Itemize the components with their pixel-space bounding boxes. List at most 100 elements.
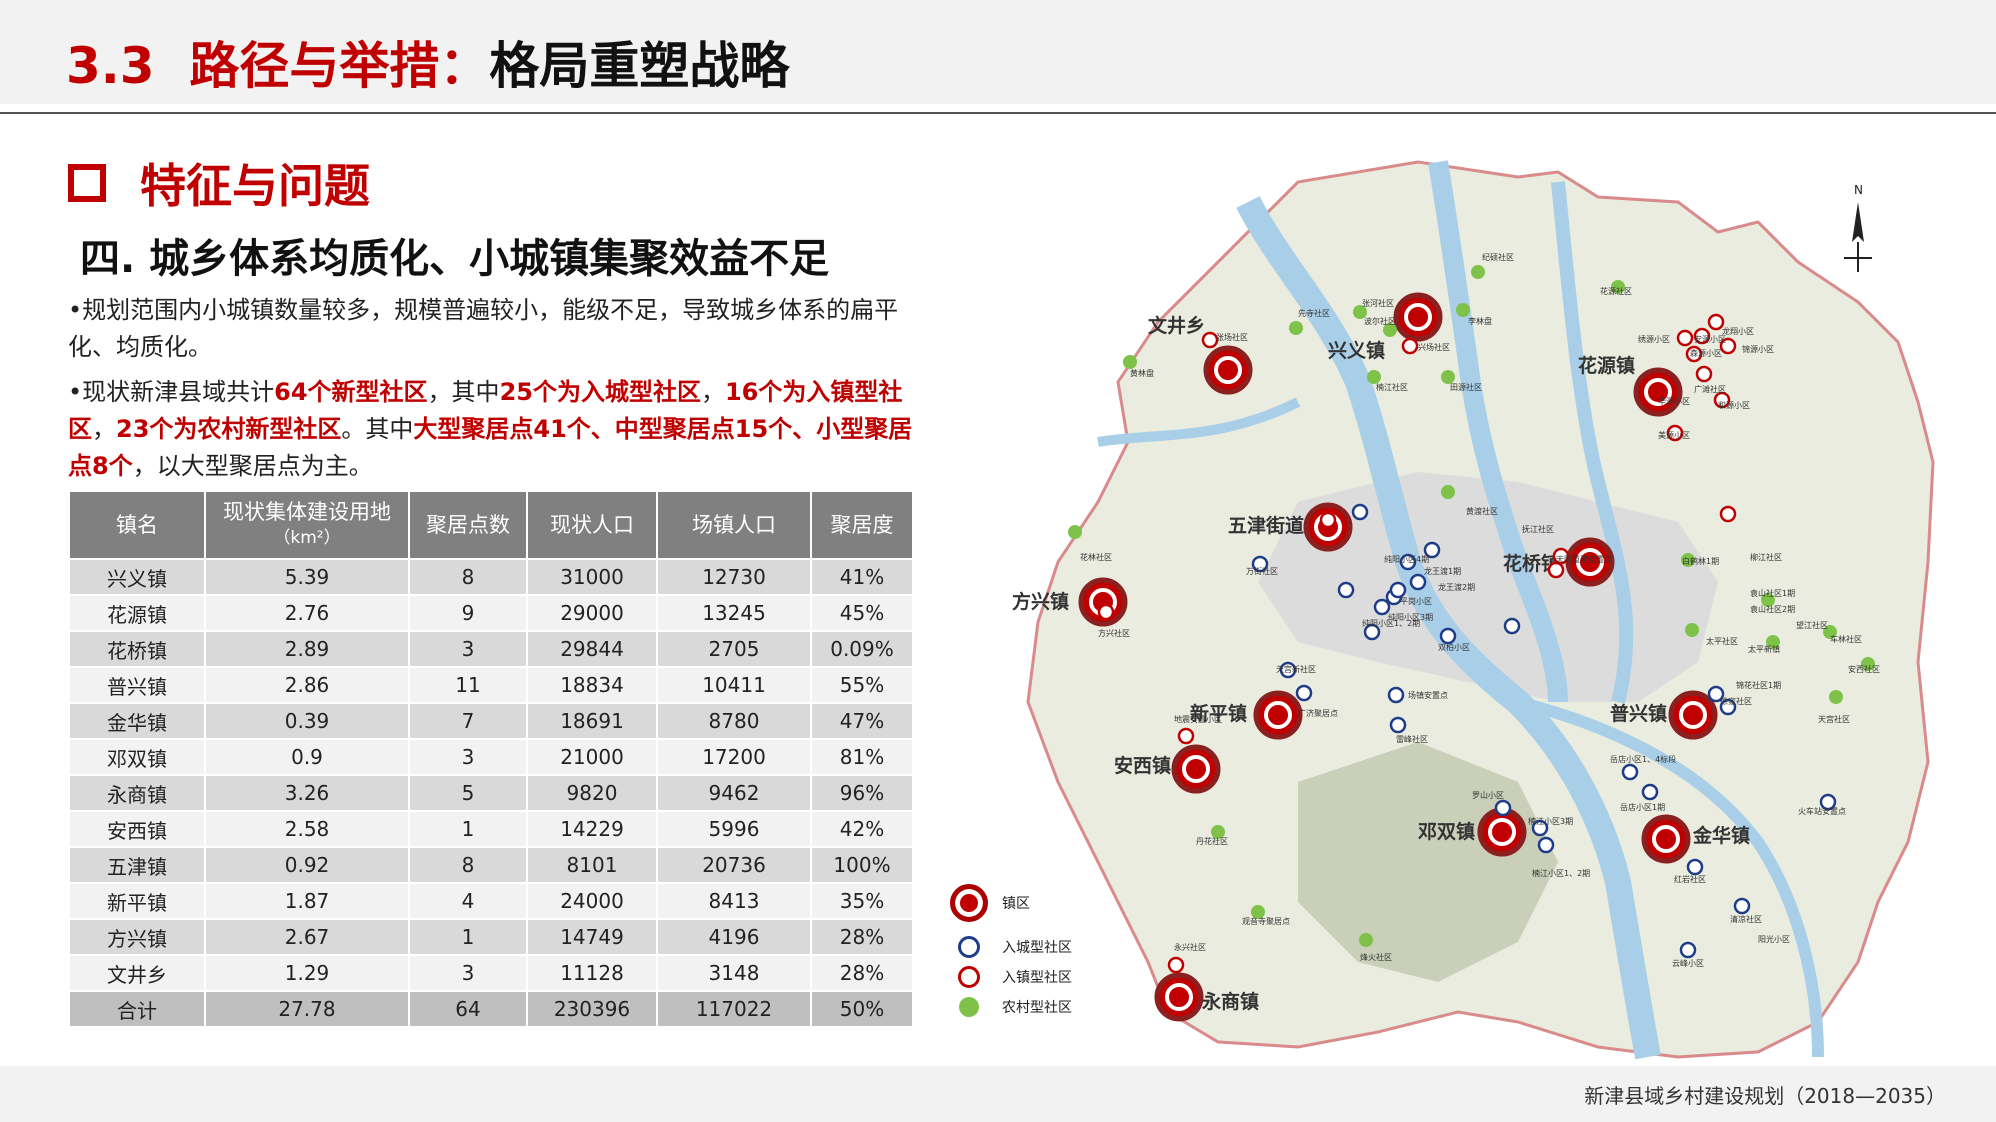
cell: 14229 <box>526 810 658 848</box>
rural-community-marker <box>1471 265 1485 279</box>
square-bullet-icon <box>68 164 106 202</box>
town-label: 兴义镇 <box>1328 339 1385 362</box>
community-label: 袁山社区1期 <box>1750 588 1795 598</box>
town-marker <box>1171 744 1221 794</box>
rural-community-marker <box>1441 485 1455 499</box>
cell: 合计 <box>68 990 206 1028</box>
cell: 安西镇 <box>68 810 206 848</box>
cell: 29844 <box>526 630 658 668</box>
town-label: 文井乡 <box>1148 314 1205 337</box>
col-header-land-unit: （km²） <box>273 528 341 548</box>
cell: 3148 <box>656 954 812 992</box>
community-label: 平岗小区 <box>1400 597 1432 606</box>
cell: 1 <box>408 810 528 848</box>
cell: 10411 <box>656 666 812 704</box>
city-community-marker <box>1641 783 1659 801</box>
community-label: 地震安置小区 <box>1174 714 1222 724</box>
legend-label: 入城型社区 <box>1002 940 1072 956</box>
town-label: 永商镇 <box>1201 990 1259 1013</box>
cell: 117022 <box>656 990 812 1028</box>
table-row: 兴义镇 5.39 8 31000 12730 41% <box>68 558 914 596</box>
community-label: 车林社区 <box>1830 634 1862 644</box>
cell: 花桥镇 <box>68 630 206 668</box>
town-community-marker <box>1401 337 1419 355</box>
col-header-town-population: 场镇人口 <box>656 490 812 560</box>
legend-label: 镇区 <box>1002 896 1030 912</box>
cell: 9462 <box>656 774 812 812</box>
city-community-marker <box>1337 581 1355 599</box>
cell: 0.92 <box>204 846 410 884</box>
community-label: 楠江社区 <box>1376 382 1408 392</box>
town-marker <box>1633 367 1683 417</box>
cell: 27.78 <box>204 990 410 1028</box>
community-label: 锦花社区1期 <box>1736 680 1781 690</box>
cell: 8780 <box>656 702 812 740</box>
cell: 28% <box>810 918 914 956</box>
table-row: 金华镇 0.39 7 18691 8780 47% <box>68 702 914 740</box>
p2-text: ，其中 <box>427 378 500 406</box>
p2-text: ， <box>92 415 116 443</box>
title-black: 格局重塑战略 <box>489 37 790 95</box>
p2-text: ， <box>700 378 725 406</box>
city-community-marker <box>1409 573 1427 591</box>
footer-text: 新津县域乡村建设规划（2018—2035） <box>1584 1084 1946 1108</box>
legend-label: 农村型社区 <box>1002 1000 1072 1016</box>
town-label: 普兴镇 <box>1610 702 1667 725</box>
table-header-row: 镇名 现状集体建设用地 （km²） 聚居点数 现状人口 场镇人口 聚居度 <box>68 490 914 560</box>
table-row: 普兴镇 2.86 11 18834 10411 55% <box>68 666 914 704</box>
rural-community-icon <box>959 997 979 1017</box>
cell: 35% <box>810 882 914 920</box>
community-label: 天宫新社区 <box>1276 664 1316 674</box>
col-header-land: 现状集体建设用地 （km²） <box>204 490 410 560</box>
col-header-population: 现状人口 <box>526 490 658 560</box>
town-marker-icon <box>950 884 988 922</box>
table-total-row: 合计 27.78 64 230396 117022 50% <box>68 990 914 1028</box>
cell: 邓双镇 <box>68 738 206 776</box>
cell: 金华镇 <box>68 702 206 740</box>
town-community-marker <box>1167 956 1185 974</box>
cell: 4196 <box>656 918 812 956</box>
community-label: 锦源小区 <box>1742 344 1774 354</box>
title-red: 路径与举措： <box>189 37 490 95</box>
community-label: 袁山社区2期 <box>1750 604 1795 614</box>
cell: 3 <box>408 954 528 992</box>
legend-item-town-community: 入镇型社区 <box>950 964 1072 990</box>
city-community-marker <box>1295 684 1313 702</box>
legend-item-town: 镇区 <box>950 884 1030 922</box>
cell: 9 <box>408 594 528 632</box>
city-community-marker <box>1503 617 1521 635</box>
table-row: 邓双镇 0.9 3 21000 17200 81% <box>68 738 914 776</box>
town-marker <box>1477 807 1527 857</box>
cell: 1 <box>408 918 528 956</box>
city-community-icon <box>958 936 980 958</box>
table-row: 五津镇 0.92 8 8101 20736 100% <box>68 846 914 884</box>
cell: 3 <box>408 738 528 776</box>
cell: 2705 <box>656 630 812 668</box>
community-label: 绣源小区 <box>1638 334 1670 344</box>
sub-title: 四. 城乡体系均质化、小城镇集聚效益不足 <box>80 236 830 282</box>
section-title-text: 特征与问题 <box>140 159 370 213</box>
town-community-marker <box>1097 603 1115 621</box>
community-label: 华源小区 <box>1658 396 1690 406</box>
city-community-marker <box>1373 598 1391 616</box>
legend-item-city: 入城型社区 <box>950 934 1072 960</box>
cell: 5996 <box>656 810 812 848</box>
town-community-marker <box>1676 329 1694 347</box>
cell: 64 <box>408 990 528 1028</box>
city-community-marker <box>1621 763 1639 781</box>
community-label: 花林社区 <box>1080 552 1112 562</box>
town-marker <box>1668 690 1718 740</box>
section-title: 特征与问题 <box>68 150 370 216</box>
community-label: 兴场社区 <box>1418 342 1450 352</box>
community-label: 太平新镇 <box>1748 644 1780 654</box>
city-community-marker <box>1494 799 1512 817</box>
cell: 2.86 <box>204 666 410 704</box>
community-label: 岳店小区1、4标段 <box>1610 754 1676 764</box>
col-header-points: 聚居点数 <box>408 490 528 560</box>
rural-community-marker <box>1359 933 1373 947</box>
rural-community-marker <box>1456 303 1470 317</box>
town-community-marker <box>1547 561 1565 579</box>
community-label: 天宫社区 <box>1818 714 1850 724</box>
community-label: 先寺社区 <box>1298 308 1330 318</box>
cell: 96% <box>810 774 914 812</box>
